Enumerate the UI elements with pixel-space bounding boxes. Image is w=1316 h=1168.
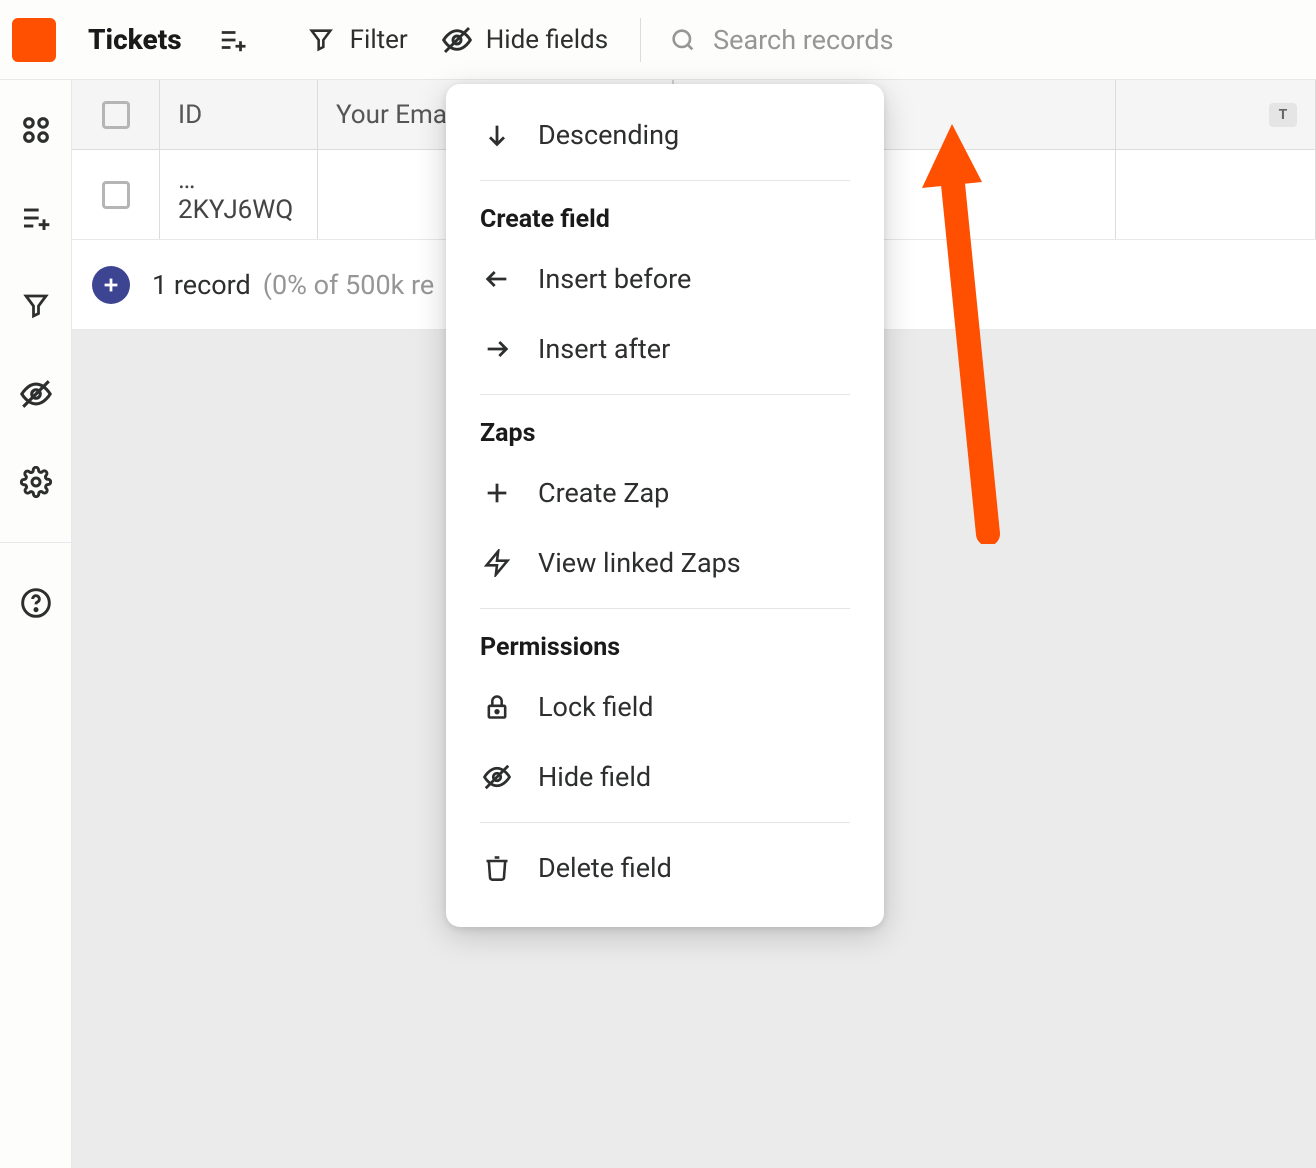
column-context-menu: Descending Create field Insert before In… bbox=[446, 84, 884, 927]
hide-icon bbox=[480, 760, 514, 794]
row-checkbox[interactable] bbox=[72, 150, 160, 239]
filter-button[interactable]: Filter bbox=[300, 23, 412, 57]
menu-sort-descending[interactable]: Descending bbox=[446, 100, 884, 170]
zap-icon bbox=[480, 546, 514, 580]
add-view-button[interactable] bbox=[218, 25, 248, 55]
hide-fields-button[interactable]: Hide fields bbox=[436, 23, 612, 57]
hide-fields-label: Hide fields bbox=[486, 25, 608, 55]
menu-divider bbox=[480, 180, 850, 181]
trash-icon bbox=[480, 851, 514, 885]
filter-icon bbox=[304, 23, 338, 57]
lock-icon bbox=[480, 690, 514, 724]
menu-insert-before[interactable]: Insert before bbox=[446, 244, 884, 314]
cell-last[interactable] bbox=[1116, 150, 1316, 239]
hide-icon bbox=[440, 23, 474, 57]
sidebar-hide-icon[interactable] bbox=[18, 376, 54, 412]
menu-hide-field[interactable]: Hide field bbox=[446, 742, 884, 812]
menu-divider bbox=[480, 394, 850, 395]
sidebar-divider bbox=[0, 542, 71, 543]
text-type-icon: T bbox=[1269, 103, 1297, 127]
arrow-down-icon bbox=[480, 118, 514, 152]
search-placeholder: Search records bbox=[713, 24, 893, 56]
sidebar-filter-icon[interactable] bbox=[18, 288, 54, 324]
menu-view-linked-zaps[interactable]: View linked Zaps bbox=[446, 528, 884, 598]
search-input[interactable]: Search records bbox=[669, 24, 893, 56]
plus-icon bbox=[480, 476, 514, 510]
sidebar-views-icon[interactable] bbox=[18, 112, 54, 148]
app-logo[interactable] bbox=[12, 18, 56, 62]
column-header-id[interactable]: ID bbox=[160, 80, 318, 149]
menu-lock-field[interactable]: Lock field bbox=[446, 672, 884, 742]
toolbar-divider bbox=[640, 18, 641, 62]
column-header-more[interactable]: T bbox=[1116, 80, 1316, 149]
menu-divider bbox=[480, 608, 850, 609]
sidebar bbox=[0, 80, 72, 1168]
page-title: Tickets bbox=[88, 23, 182, 56]
sidebar-settings-icon[interactable] bbox=[18, 464, 54, 500]
menu-divider bbox=[480, 822, 850, 823]
menu-section-create-field: Create field bbox=[446, 191, 884, 244]
record-limit: (0% of 500k re bbox=[263, 269, 435, 301]
sidebar-add-list-icon[interactable] bbox=[18, 200, 54, 236]
menu-delete-field[interactable]: Delete field bbox=[446, 833, 884, 903]
record-count: 1 record bbox=[152, 269, 251, 301]
arrow-right-icon bbox=[480, 332, 514, 366]
sidebar-help-icon[interactable] bbox=[18, 585, 54, 621]
arrow-left-icon bbox=[480, 262, 514, 296]
menu-section-zaps: Zaps bbox=[446, 405, 884, 458]
menu-create-zap[interactable]: Create Zap bbox=[446, 458, 884, 528]
menu-section-permissions: Permissions bbox=[446, 619, 884, 672]
filter-label: Filter bbox=[350, 25, 408, 55]
toolbar: Tickets Filter Hide fields bbox=[0, 0, 1316, 80]
select-all-checkbox[interactable] bbox=[72, 80, 160, 149]
search-icon bbox=[669, 26, 697, 54]
cell-id[interactable]: …2KYJ6WQ bbox=[160, 150, 318, 239]
add-record-button[interactable] bbox=[92, 266, 130, 304]
menu-insert-after[interactable]: Insert after bbox=[446, 314, 884, 384]
